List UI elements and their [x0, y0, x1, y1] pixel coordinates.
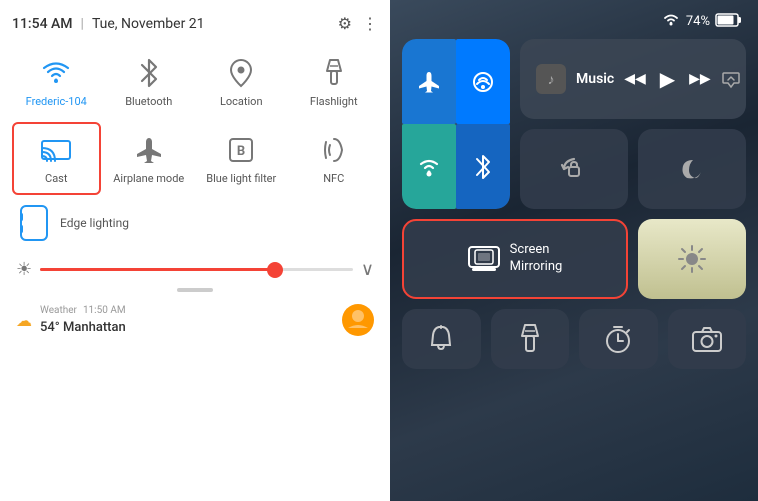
weather-label: Weather — [40, 305, 77, 316]
tile-cast-label: Cast — [45, 172, 67, 185]
music-controls: ◀◀ ▶ ▶▶ — [624, 67, 710, 91]
tile-airplane[interactable]: Airplane mode — [105, 122, 194, 195]
weather-info: Weather 11:50 AM 54° Manhattan — [40, 305, 334, 335]
edge-lighting-row[interactable]: Edge lighting — [12, 197, 378, 249]
flashlight-icon — [316, 55, 352, 91]
brightness-slider[interactable] — [40, 268, 353, 271]
edge-lighting-label: Edge lighting — [60, 216, 129, 230]
screen-mirroring-btn[interactable]: Screen Mirroring — [402, 219, 628, 299]
location-icon — [223, 55, 259, 91]
quick-tiles-row2: Cast Airplane mode B Blue light filter — [12, 122, 378, 195]
status-time: 11:54 AM — [12, 16, 73, 32]
cc-timer-btn[interactable] — [579, 309, 658, 369]
ios-control-center: 74% — [390, 0, 758, 501]
cc-lock-rotation-btn[interactable] — [520, 129, 628, 209]
cc-grid: ♪ Music ◀◀ ▶ ▶▶ — [402, 39, 746, 491]
cc-bluetooth-btn[interactable] — [456, 124, 510, 209]
tile-bluetooth-label: Bluetooth — [125, 95, 172, 108]
wifi-icon — [38, 55, 74, 91]
cc-airplane-btn[interactable] — [402, 39, 456, 124]
weather-temp: 54° Manhattan — [40, 320, 126, 335]
airplay-icon[interactable] — [721, 69, 741, 89]
airplane-icon — [131, 132, 167, 168]
screen-mirroring-text: Screen Mirroring — [510, 242, 563, 276]
cc-camera-btn[interactable] — [668, 309, 747, 369]
brightness-slider-icon — [678, 245, 706, 273]
tile-nfc[interactable]: NFC — [290, 122, 379, 195]
screen-mirroring-icon — [468, 246, 500, 272]
edge-lighting-icon — [16, 205, 52, 241]
bluetooth-icon — [131, 55, 167, 91]
music-play-btn[interactable]: ▶ — [660, 67, 675, 91]
tile-bluelight[interactable]: B Blue light filter — [197, 122, 286, 195]
android-status-bar: 11:54 AM | Tue, November 21 ⚙ ⋮ — [12, 10, 378, 41]
bluelight-icon: B — [223, 132, 259, 168]
cc-bell-btn[interactable] — [402, 309, 481, 369]
tile-bluelight-label: Blue light filter — [206, 172, 276, 185]
status-icons: ⚙ ⋮ — [338, 14, 378, 33]
brightness-icon: ☀ — [16, 259, 32, 280]
music-artwork-icon: ♪ — [536, 64, 566, 94]
status-date: Tue, November 21 — [92, 16, 330, 32]
brightness-row: ☀ ∨ — [12, 249, 378, 284]
ios-battery-icon — [716, 12, 742, 31]
svg-text:♪: ♪ — [548, 72, 555, 88]
music-next-btn[interactable]: ▶▶ — [689, 71, 711, 87]
svg-text:B: B — [237, 144, 245, 159]
gear-icon[interactable]: ⚙ — [338, 14, 352, 33]
tile-wifi[interactable]: Frederic-104 — [12, 45, 101, 118]
tile-flashlight-label: Flashlight — [310, 95, 358, 108]
ios-battery-text: 74% — [686, 14, 710, 29]
weather-icon: ☁ — [16, 311, 32, 330]
tile-flashlight[interactable]: Flashlight — [290, 45, 379, 118]
music-label: Music — [576, 71, 614, 87]
ios-wifi-icon — [662, 13, 680, 31]
cc-flashlight-btn[interactable] — [491, 309, 570, 369]
cc-bottom-row — [402, 309, 746, 379]
nfc-icon — [316, 132, 352, 168]
brightness-thumb — [267, 262, 283, 278]
music-widget[interactable]: ♪ Music ◀◀ ▶ ▶▶ — [520, 39, 746, 119]
brightness-fill — [40, 268, 275, 271]
connectivity-group — [402, 39, 510, 209]
quick-tiles-row1: Frederic-104 Bluetooth Location — [12, 45, 378, 118]
brightness-expand-icon[interactable]: ∨ — [361, 259, 374, 280]
cc-dnd-btn[interactable] — [638, 129, 746, 209]
weather-row: ☁ Weather 11:50 AM 54° Manhattan — [12, 296, 378, 340]
tile-location-label: Location — [220, 95, 263, 108]
cc-brightness-btn[interactable] — [638, 219, 746, 299]
status-divider: | — [81, 16, 84, 32]
tile-airplane-label: Airplane mode — [113, 172, 184, 185]
cast-icon — [38, 132, 74, 168]
more-icon[interactable]: ⋮ — [362, 14, 378, 33]
cc-airdrop-btn[interactable] — [456, 39, 510, 124]
ios-status-bar: 74% — [402, 10, 746, 39]
tile-nfc-label: NFC — [323, 172, 344, 185]
weather-avatar — [342, 304, 374, 336]
tile-bluetooth[interactable]: Bluetooth — [105, 45, 194, 118]
cc-wifi-btn[interactable] — [402, 124, 456, 209]
tile-location[interactable]: Location — [197, 45, 286, 118]
music-prev-btn[interactable]: ◀◀ — [624, 71, 646, 87]
drag-handle — [12, 284, 378, 296]
tile-wifi-label: Frederic-104 — [26, 95, 87, 108]
drag-bar — [177, 288, 213, 292]
weather-time: 11:50 AM — [83, 305, 126, 316]
android-quick-settings: 11:54 AM | Tue, November 21 ⚙ ⋮ Frederic… — [0, 0, 390, 501]
tile-cast[interactable]: Cast — [12, 122, 101, 195]
